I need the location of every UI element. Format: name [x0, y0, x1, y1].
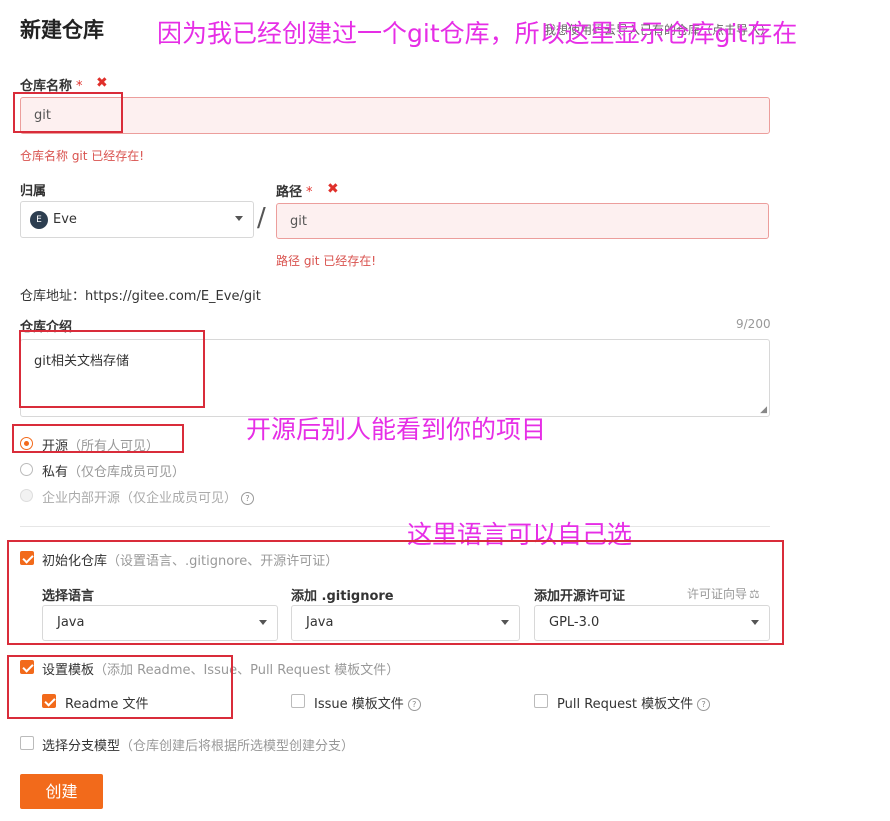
page-title: 新建仓库 [20, 18, 104, 42]
chevron-down-icon [235, 216, 243, 221]
repo-name-error: 仓库名称 git 已经存在! [20, 149, 145, 163]
branch-model-label: 选择分支模型（仓库创建后将根据所选模型创建分支） [42, 739, 355, 754]
language-select[interactable]: Java [42, 605, 278, 641]
avatar: E [30, 211, 48, 229]
issue-template-label: Issue 模板文件? [314, 693, 421, 712]
license-label: 添加开源许可证 [534, 589, 626, 604]
path-input[interactable]: git [276, 203, 769, 239]
owner-select[interactable]: E Eve [20, 201, 254, 238]
help-icon[interactable]: ? [407, 698, 421, 711]
owner-value: Eve [53, 212, 77, 227]
language-value: Java [57, 615, 85, 630]
repo-url: 仓库地址：https://gitee.com/E_Eve/git [20, 289, 261, 304]
path-label: 路径 * [276, 185, 313, 200]
language-label: 选择语言 [42, 589, 95, 604]
create-button[interactable]: 创建 [20, 774, 103, 809]
annotation-open-source: 开源后别人能看到你的项目 [246, 415, 547, 444]
pr-template-label: Pull Request 模板文件? [557, 693, 711, 712]
path-separator: / [257, 203, 266, 233]
readme-checkbox[interactable] [42, 694, 56, 708]
scale-icon: ⚖ [749, 587, 760, 601]
error-x-icon: ✖ [327, 181, 339, 197]
init-repo-label: 初始化仓库（设置语言、.gitignore、开源许可证） [42, 554, 339, 569]
error-x-icon: ✖ [96, 75, 108, 91]
radio-private-label: 私有（仅仓库成员可见） [42, 465, 186, 480]
highlight-box-description [19, 330, 205, 408]
help-icon[interactable]: ? [241, 492, 255, 505]
license-guide-link[interactable]: 许可证向导 ⚖ [687, 585, 760, 602]
chevron-down-icon [751, 620, 759, 625]
annotation-top: 因为我已经创建过一个git仓库，所以这里显示仓库git存在 [157, 19, 798, 48]
divider [20, 526, 770, 527]
help-icon[interactable]: ? [697, 698, 711, 711]
radio-private[interactable] [20, 463, 33, 476]
description-counter: 9/200 [736, 317, 771, 331]
license-value: GPL-3.0 [549, 615, 600, 630]
path-error: 路径 git 已经存在! [276, 254, 377, 268]
license-select[interactable]: GPL-3.0 [534, 605, 770, 641]
gitignore-select[interactable]: Java [291, 605, 520, 641]
repo-name-input[interactable]: git [20, 97, 770, 134]
gitignore-value: Java [306, 615, 334, 630]
pr-template-checkbox[interactable] [534, 694, 548, 708]
chevron-down-icon [501, 620, 509, 625]
init-repo-checkbox[interactable] [20, 551, 34, 565]
chevron-down-icon [259, 620, 267, 625]
owner-label: 归属 [20, 184, 47, 199]
required-mark: * [306, 185, 313, 200]
highlight-box-repo-name [13, 92, 123, 133]
radio-enterprise-label: 企业内部开源（仅企业成员可见）? [42, 487, 255, 506]
path-value: git [290, 214, 307, 229]
highlight-box-open-source [12, 424, 184, 453]
issue-template-checkbox[interactable] [291, 694, 305, 708]
readme-label: Readme 文件 [65, 697, 149, 712]
radio-enterprise [20, 489, 33, 502]
gitignore-label: 添加 .gitignore [291, 589, 394, 604]
resize-handle-icon[interactable]: ◢ [760, 405, 767, 415]
branch-model-checkbox[interactable] [20, 736, 34, 750]
